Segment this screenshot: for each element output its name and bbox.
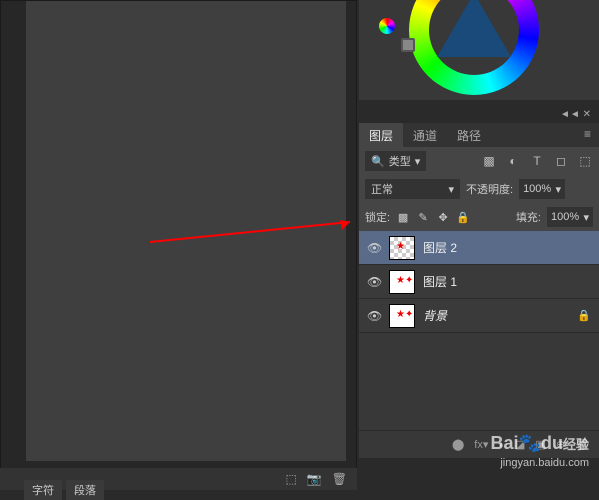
bottom-tabs: 字符 段落 (24, 480, 104, 500)
panel-collapse-bar[interactable]: ◄◄ ✕ (359, 105, 599, 123)
eye-icon[interactable]: 👁 (367, 309, 381, 323)
tab-channels[interactable]: 通道 (403, 123, 447, 147)
layer-row[interactable]: 👁 ★✦ 图层 1 (359, 265, 599, 299)
filter-smart-icon[interactable]: ⬚ (577, 153, 593, 169)
tab-paragraph[interactable]: 段落 (66, 480, 104, 500)
color-wheel-panel (359, 0, 599, 100)
color-square-icon[interactable] (401, 38, 415, 52)
blend-row: 正常 ▾ 不透明度: 100% ▾ (359, 175, 599, 203)
search-icon: 🔍 (371, 155, 385, 168)
chevron-down-icon: ▾ (583, 211, 589, 224)
layer-row[interactable]: 👁 ★ 图层 2 (359, 231, 599, 265)
type-label: 类型 (389, 153, 411, 169)
layer-thumbnail[interactable]: ★ (389, 236, 415, 260)
chevron-down-icon: ▾ (448, 183, 454, 196)
camera-icon[interactable]: 📷 (307, 472, 322, 486)
eye-icon[interactable]: 👁 (367, 241, 381, 255)
layer-thumbnail[interactable]: ★✦ (389, 304, 415, 328)
layer-row[interactable]: 👁 ★✦ 背景 🔒 (359, 299, 599, 333)
panel-tabs: 图层 通道 路径 ≡ (359, 123, 599, 147)
collapse-icon[interactable]: ◄◄ ✕ (560, 109, 591, 120)
lock-icon: 🔒 (577, 309, 591, 322)
filter-pixel-icon[interactable]: ▩ (481, 153, 497, 169)
eye-icon[interactable]: 👁 (367, 275, 381, 289)
fx-icon[interactable]: fx▾ (474, 438, 488, 451)
type-filter-dropdown[interactable]: 🔍 类型 ▾ (365, 151, 426, 171)
lock-all-icon[interactable]: 🔒 (456, 210, 470, 224)
filter-text-icon[interactable]: T (529, 153, 545, 169)
filter-adjustment-icon[interactable]: ◐ (505, 153, 521, 169)
watermark: Bai🐾du经验 jingyan.baidu.com (491, 432, 589, 470)
layer-name: 背景 (423, 307, 447, 324)
chevron-down-icon: ▾ (415, 155, 421, 168)
chevron-down-icon: ▾ (556, 183, 562, 196)
lock-position-icon[interactable]: ✥ (436, 210, 450, 224)
filter-row: 🔍 类型 ▾ ▩ ◐ T ◻ ⬚ (359, 147, 599, 175)
canvas[interactable] (26, 1, 346, 461)
lock-label: 锁定: (365, 209, 390, 225)
blend-mode-select[interactable]: 正常 ▾ (365, 179, 460, 199)
color-wheel[interactable] (409, 0, 539, 95)
layer-list: 👁 ★ 图层 2 👁 ★✦ 图层 1 👁 ★✦ 背景 🔒 (359, 231, 599, 333)
layers-panel: 图层 通道 路径 ≡ 🔍 类型 ▾ ▩ ◐ T ◻ ⬚ 正常 ▾ 不透明度: 1… (359, 123, 599, 458)
layer-name: 图层 2 (423, 239, 457, 256)
fill-label: 填充: (516, 209, 541, 225)
tab-character[interactable]: 字符 (24, 480, 62, 500)
lock-pixels-icon[interactable]: ▩ (396, 210, 410, 224)
layer-thumbnail[interactable]: ★✦ (389, 270, 415, 294)
tab-layers[interactable]: 图层 (359, 123, 403, 147)
artboard-icon[interactable]: ⬚ (285, 472, 296, 486)
fill-input[interactable]: 100% ▾ (547, 207, 593, 227)
link-layers-icon[interactable]: ⬤ (452, 438, 464, 451)
layer-name: 图层 1 (423, 273, 457, 290)
panel-menu-icon[interactable]: ≡ (576, 123, 599, 147)
lock-row: 锁定: ▩ ✎ ✥ 🔒 填充: 100% ▾ (359, 203, 599, 231)
tab-paths[interactable]: 路径 (447, 123, 491, 147)
opacity-input[interactable]: 100% ▾ (519, 179, 565, 199)
canvas-area (0, 0, 357, 477)
opacity-label: 不透明度: (466, 181, 513, 197)
lock-brush-icon[interactable]: ✎ (416, 210, 430, 224)
trash-icon[interactable]: 🗑 (332, 472, 347, 486)
color-picker-icon[interactable] (379, 18, 395, 34)
filter-shape-icon[interactable]: ◻ (553, 153, 569, 169)
